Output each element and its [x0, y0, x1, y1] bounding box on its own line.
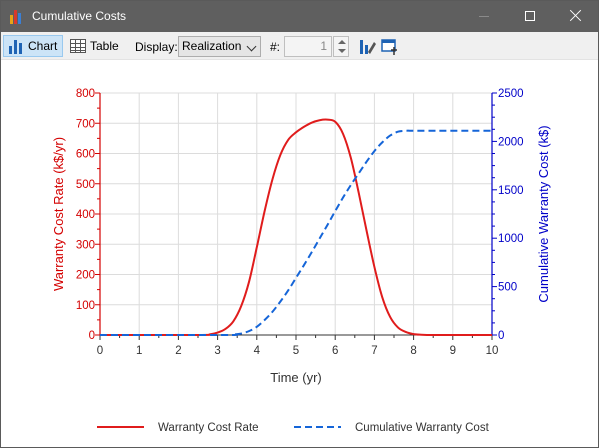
maximize-icon	[525, 11, 535, 21]
legend-cumulative-warranty-cost-label: Cumulative Warranty Cost	[355, 422, 490, 434]
x-tick-label: 5	[293, 345, 299, 357]
cumulative-costs-chart: 0 1 2 3 4 5 6 7 8 9 100100200300400500600700800050…	[51, 88, 551, 434]
x-tick-label: 3	[214, 345, 220, 357]
table-view-button[interactable]: Table	[67, 35, 123, 57]
display-select-value: Realization	[182, 39, 242, 53]
maximize-button[interactable]	[507, 1, 553, 32]
right-tick-label: 2000	[498, 136, 524, 148]
realization-spinner[interactable]	[333, 36, 349, 57]
chart-legend: Warranty Cost Rate Cumulative Warranty Co…	[97, 422, 490, 434]
chart-grid	[99, 92, 493, 336]
spin-down-icon[interactable]	[338, 49, 346, 53]
app-chart-icon	[10, 10, 24, 24]
chevron-down-icon	[246, 41, 257, 52]
left-tick-label: 0	[89, 330, 95, 342]
cumulative-costs-window: Cumulative Costs Chart Table Display: Re…	[0, 0, 599, 448]
x-tick-label: 7	[371, 345, 377, 357]
x-tick-label: 0	[97, 345, 103, 357]
window-title: Cumulative Costs	[32, 9, 127, 23]
title-bar[interactable]: Cumulative Costs	[1, 1, 598, 32]
table-icon	[70, 39, 86, 53]
left-tick-label: 500	[76, 179, 95, 191]
right-tick-label: 500	[498, 282, 517, 294]
left-tick-label: 100	[76, 300, 95, 312]
left-tick-label: 600	[76, 149, 95, 161]
chart-settings-icon[interactable]	[381, 38, 399, 56]
x-tick-label: 6	[332, 345, 338, 357]
realization-number-input[interactable]: 1	[284, 36, 332, 57]
close-icon	[570, 9, 582, 21]
x-tick-label: 2	[175, 345, 181, 357]
left-axis-label: Warranty Cost Rate (k$/yr)	[51, 137, 66, 291]
x-axis-label: Time (yr)	[270, 370, 322, 385]
right-axis-label: Cumulative Warranty Cost (k$)	[536, 125, 551, 302]
chart-view-button[interactable]: Chart	[3, 35, 63, 57]
left-tick-label: 200	[76, 270, 95, 282]
bar-chart-icon	[8, 39, 24, 54]
x-tick-label: 4	[254, 345, 261, 357]
right-tick-label: 1500	[498, 185, 524, 197]
x-tick-label: 1	[136, 345, 142, 357]
right-tick-label: 1000	[498, 233, 524, 245]
minimize-button[interactable]	[461, 1, 507, 32]
left-tick-label: 300	[76, 239, 95, 251]
table-view-label: Table	[90, 39, 119, 53]
display-select[interactable]: Realization	[178, 36, 261, 57]
realization-number-label: #:	[270, 40, 281, 54]
right-tick-label: 2500	[498, 88, 524, 100]
x-tick-label: 9	[450, 345, 456, 357]
x-tick-label: 8	[410, 345, 416, 357]
chart-properties-icon[interactable]	[359, 38, 377, 56]
legend-warranty-cost-rate-label: Warranty Cost Rate	[158, 422, 259, 434]
chart-panel: 0 1 2 3 4 5 6 7 8 9 10 0 100 200 300 400 500 600 700 800 0 50…	[1, 61, 598, 447]
close-button[interactable]	[553, 1, 599, 32]
left-tick-label: 700	[76, 118, 95, 130]
x-tick-label: 10	[486, 345, 499, 357]
left-tick-label: 400	[76, 209, 95, 221]
toolbar: Chart Table Display: Realization #: 1	[1, 32, 598, 60]
spin-up-icon[interactable]	[338, 40, 346, 44]
display-label: Display:	[135, 40, 178, 54]
chart-view-label: Chart	[28, 39, 58, 53]
left-tick-label: 800	[76, 88, 95, 100]
right-tick-label: 0	[498, 330, 504, 342]
minimize-icon	[479, 16, 489, 17]
